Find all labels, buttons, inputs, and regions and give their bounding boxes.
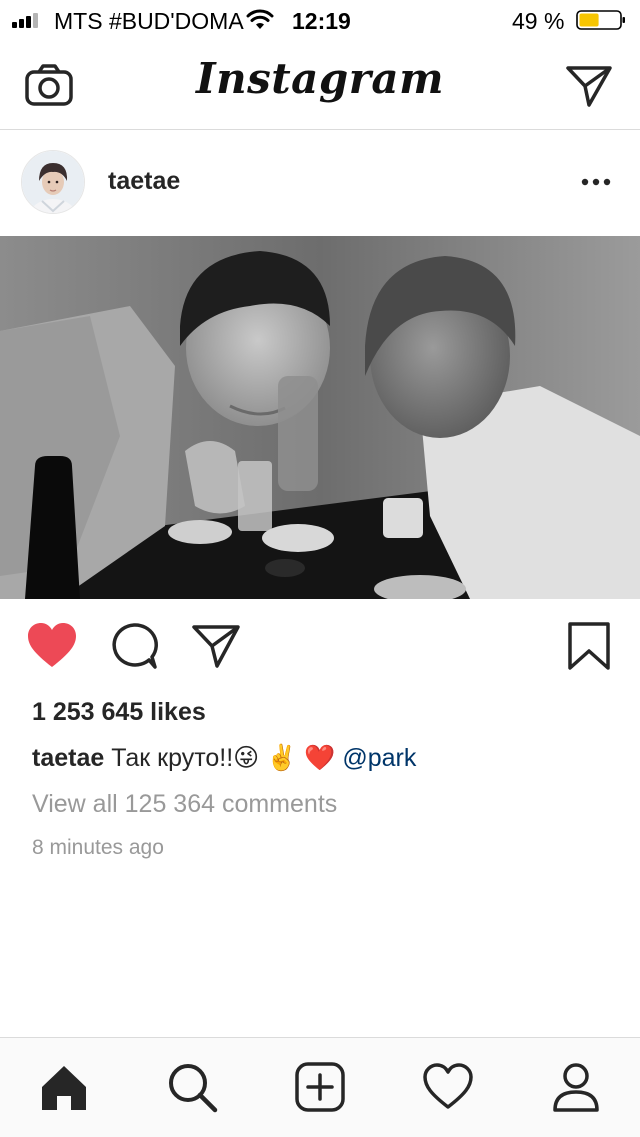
like-heart-icon[interactable] <box>26 621 78 671</box>
status-bar: MTS #BUD'DOMA 12:19 49 % <box>0 0 640 40</box>
profile-icon[interactable] <box>549 1060 603 1114</box>
clock: 12:19 <box>292 8 351 34</box>
tab-bar <box>0 1037 640 1137</box>
post-caption: taetae Так круто!!😜 ✌️ ❤️ @park <box>32 743 416 773</box>
caption-text: Так круто!!😜 ✌️ ❤️ <box>111 744 336 772</box>
carrier-name: MTS #BUD'DOMA <box>54 8 244 34</box>
search-icon[interactable] <box>165 1060 219 1114</box>
comment-icon[interactable] <box>108 621 160 671</box>
post-image[interactable] <box>0 236 640 599</box>
post-username[interactable]: taetae <box>108 167 180 196</box>
caption-username[interactable]: taetae <box>32 744 104 772</box>
home-icon[interactable] <box>37 1060 91 1114</box>
battery-percent: 49 % <box>512 8 565 34</box>
more-icon[interactable] <box>578 170 614 194</box>
avatar[interactable] <box>21 150 85 214</box>
likes-count[interactable]: 1 253 645 likes <box>32 698 206 727</box>
signal-icon <box>12 12 48 28</box>
wifi-icon <box>246 9 274 29</box>
caption-mention[interactable]: @park <box>342 744 416 772</box>
new-post-icon[interactable] <box>293 1060 347 1114</box>
battery-icon <box>576 10 625 30</box>
share-icon[interactable] <box>190 621 242 671</box>
bookmark-icon[interactable] <box>563 621 615 671</box>
post-timestamp: 8 minutes ago <box>32 836 164 859</box>
app-header: Instagram <box>0 40 640 130</box>
direct-message-icon[interactable] <box>564 61 614 111</box>
instagram-logo: Instagram <box>195 54 445 103</box>
view-comments-link[interactable]: View all 125 364 comments <box>32 790 337 819</box>
activity-icon[interactable] <box>421 1060 475 1114</box>
